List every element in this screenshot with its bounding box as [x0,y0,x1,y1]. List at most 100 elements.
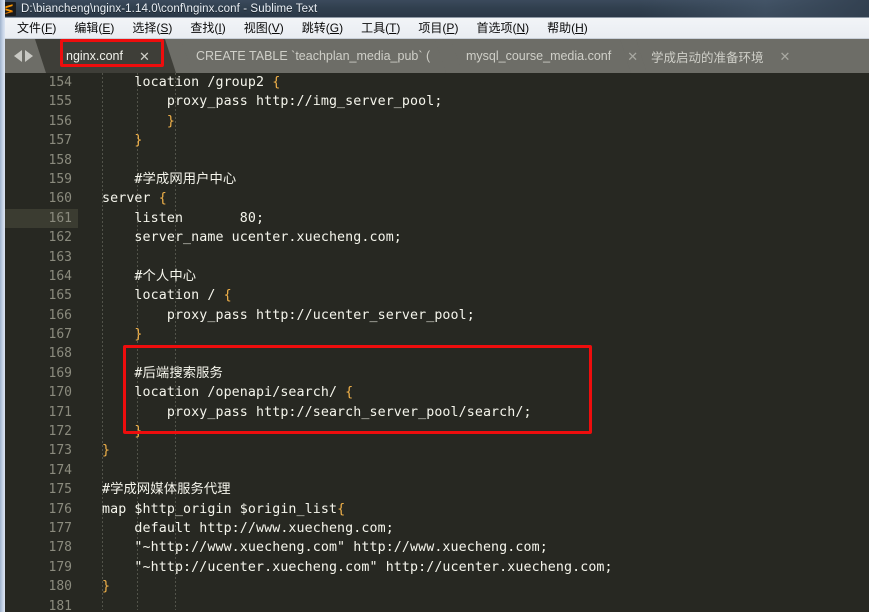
line-number: 159 [48,171,72,187]
tab-bar: nginx.conf ✕ CREATE TABLE `teachplan_media… [0,39,869,73]
code-line[interactable]: 169 #后端搜索服务 [0,364,869,383]
menu-item-6[interactable]: 跳转(G) [293,18,352,38]
line-number: 160 [48,191,72,207]
line-content[interactable]: } [78,422,869,441]
code-line[interactable]: 167 } [0,325,869,344]
code-line[interactable]: 172 } [0,422,869,441]
code-line[interactable]: 168 [0,344,869,363]
bracket-glyph: } [102,579,111,595]
menu-item-7[interactable]: 工具(T) [352,18,409,38]
line-content[interactable]: listen 80; [78,209,869,228]
line-content[interactable]: #学成网用户中心 [78,170,869,189]
code-line[interactable]: 166 proxy_pass http://ucenter_server_poo… [0,306,869,325]
tab-label: 学成启动的准备环境 [651,50,764,65]
menu-item-label: 跳转( [301,21,330,35]
line-content[interactable]: map $http_origin $origin_list{ [78,500,869,519]
bracket-glyph: { [345,385,354,401]
tab-2[interactable]: CREATE TABLE `teachplan_media_pub` ( [176,39,446,73]
triangle-left-icon[interactable] [13,50,22,62]
code-line[interactable]: 176 map $http_origin $origin_list{ [0,500,869,519]
menu-item-3[interactable]: 选择(S) [123,18,181,38]
line-content[interactable]: } [78,131,869,150]
tab-label: nginx.conf [66,49,123,63]
tab-close-icon[interactable]: ✕ [780,50,791,63]
line-content[interactable]: location /group2 { [78,73,869,92]
line-content[interactable]: location /openapi/search/ { [78,383,869,402]
tab-label: mysql_course_media.conf [466,49,612,63]
code-line[interactable]: 179 "~http://ucenter.xuecheng.com" http:… [0,558,869,577]
bracket-glyph: { [223,288,232,304]
code-line[interactable]: 170 location /openapi/search/ { [0,383,869,402]
tab-4[interactable]: 学成启动的准备环境 ✕ [631,39,791,73]
code-line[interactable]: 163 [0,248,869,267]
menu-item-paren: ) [583,21,588,35]
menu-item-paren: ) [52,21,57,35]
code-line[interactable]: 161 listen 80; [0,208,869,229]
menu-item-label: 帮助( [547,21,576,35]
triangle-right-icon[interactable] [24,50,33,62]
line-content[interactable]: "~http://ucenter.xuecheng.com" http://uc… [78,558,869,577]
line-content[interactable]: proxy_pass http://ucenter_server_pool; [78,306,869,325]
code-line[interactable]: 154 location /group2 { [0,73,869,92]
code-line[interactable]: 173} [0,441,869,460]
code-line[interactable]: 162 server_name ucenter.xuecheng.com; [0,228,869,247]
line-content[interactable]: #后端搜索服务 [78,364,869,383]
menu-item-8[interactable]: 项目(P) [409,18,467,38]
line-content[interactable]: } [78,577,869,596]
code-line[interactable]: 155 proxy_pass http://img_server_pool; [0,92,869,111]
line-number: 177 [48,520,72,536]
line-content[interactable]: } [78,325,869,344]
line-content[interactable]: #个人中心 [78,267,869,286]
line-number: 166 [48,307,72,323]
tab-list: nginx.conf ✕ CREATE TABLE `teachplan_media… [46,39,791,73]
menu-item-2[interactable]: 编辑(E) [65,18,123,38]
code-line[interactable]: 165 location / { [0,286,869,305]
tab-close-icon[interactable]: ✕ [627,50,638,63]
line-content[interactable]: } [78,441,869,460]
sublime-text-icon [2,1,16,16]
bracket-glyph: } [166,113,175,129]
line-number: 158 [48,152,72,168]
code-line[interactable]: 157 } [0,131,869,150]
menu-item-9[interactable]: 首选项(N) [467,18,538,38]
line-number: 170 [48,385,72,401]
code-line[interactable]: 159 #学成网用户中心 [0,170,869,189]
code-line[interactable]: 174 [0,461,869,480]
menu-item-paren: ) [525,21,530,35]
line-content[interactable]: location / { [78,286,869,305]
code-editor[interactable]: 154 location /group2 {155 proxy_pass htt… [0,73,869,610]
code-line[interactable]: 156 } [0,112,869,131]
tab-1[interactable]: nginx.conf ✕ [46,39,176,73]
menu-item-mnemonic: G [329,21,340,35]
code-lines: 154 location /group2 {155 proxy_pass htt… [0,73,869,610]
line-content[interactable]: #学成网媒体服务代理 [78,480,869,499]
code-line[interactable]: 177 default http://www.xuecheng.com; [0,519,869,538]
tab-3[interactable]: mysql_course_media.conf ✕ [446,39,638,73]
code-line[interactable]: 160 server { [0,189,869,208]
menu-item-10[interactable]: 帮助(H) [538,18,597,38]
menu-item-mnemonic: N [516,21,526,35]
line-content[interactable]: proxy_pass http://img_server_pool; [78,92,869,111]
code-line[interactable]: 181 [0,597,869,610]
code-line[interactable]: 158 [0,151,869,170]
tab-close-icon[interactable]: ✕ [139,50,150,63]
line-content[interactable]: "~http://www.xuecheng.com" http://www.xu… [78,538,869,557]
code-line[interactable]: 175 #学成网媒体服务代理 [0,480,869,499]
code-line[interactable]: 171 proxy_pass http://search_server_pool… [0,403,869,422]
menu-item-5[interactable]: 视图(V) [235,18,293,38]
menu-item-paren: ) [279,21,284,35]
bracket-glyph: } [134,133,143,149]
menu-item-1[interactable]: 文件(F) [8,18,65,38]
line-content[interactable]: } [78,112,869,131]
menu-item-4[interactable]: 查找(I) [181,18,234,38]
line-content[interactable]: proxy_pass http://search_server_pool/sea… [78,403,869,422]
menu-item-label: 视图( [243,21,272,35]
line-content[interactable]: server { [78,189,869,208]
code-line[interactable]: 180} [0,577,869,596]
line-number: 173 [48,443,72,459]
line-content[interactable]: server_name ucenter.xuecheng.com; [78,228,869,247]
code-line[interactable]: 164 #个人中心 [0,267,869,286]
line-content[interactable]: default http://www.xuecheng.com; [78,519,869,538]
line-number: 172 [48,424,72,440]
code-line[interactable]: 178 "~http://www.xuecheng.com" http://ww… [0,538,869,557]
